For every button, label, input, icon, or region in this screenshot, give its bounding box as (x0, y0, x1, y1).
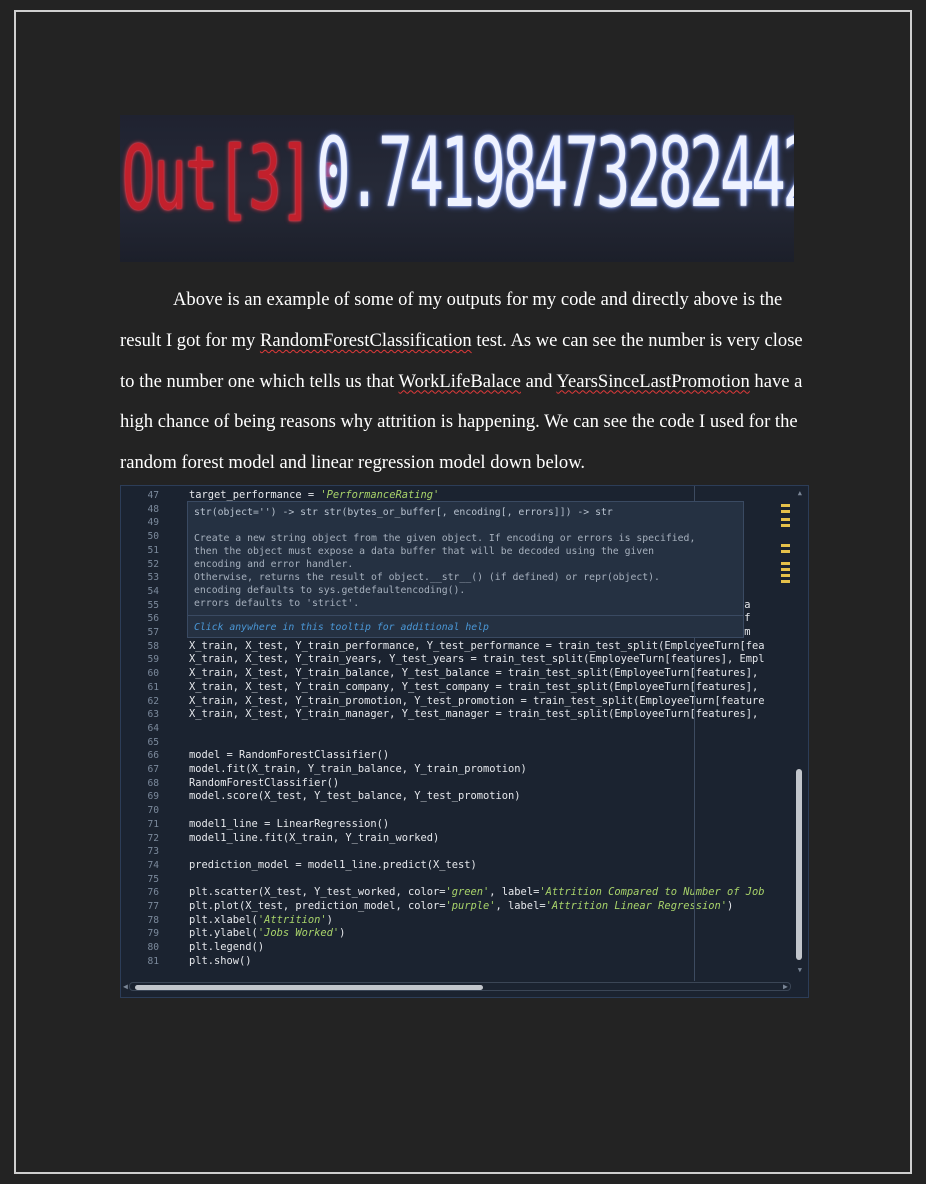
line-number: 55 (147, 599, 159, 611)
misspelled-word[interactable]: WorkLifeBalace (399, 371, 521, 392)
warning-marker-icon (781, 510, 790, 513)
code-line: X_train, X_test, Y_train_manager, Y_test… (189, 708, 759, 721)
code-line: target_performance = 'PerformanceRating' (189, 489, 440, 501)
warning-marker-icon (781, 568, 790, 571)
tooltip-line: encoding defaults to sys.getdefaultencod… (194, 585, 466, 596)
code-line: model.score(X_test, Y_test_balance, Y_te… (189, 790, 521, 803)
warning-marker-icon (781, 544, 790, 547)
line-number: 47 (147, 490, 159, 501)
line-number: 48 (147, 503, 159, 515)
tooltip-line: errors defaults to 'strict'. (194, 598, 360, 609)
line-number: 53 (147, 572, 159, 584)
code-line: model1_line.fit(X_train, Y_train_worked) (189, 831, 440, 844)
code-line: X_train, X_test, Y_train_years, Y_test_y… (189, 653, 765, 666)
code-line: X_train, X_test, Y_train_promotion, Y_te… (189, 694, 765, 707)
line-number: 81 (147, 955, 159, 967)
warning-marker-icon (781, 518, 790, 521)
code-line: X_train, X_test, Y_train_company, Y_test… (189, 680, 759, 693)
line-number: 56 (147, 613, 159, 625)
tooltip-help-link[interactable]: Click anywhere in this tooltip for addit… (194, 622, 489, 633)
line-number: 51 (147, 544, 159, 556)
code-line: RandomForestClassifier() (189, 776, 340, 789)
code-line: prediction_model = model1_line.predict(X… (189, 858, 477, 871)
horizontal-scrollbar-thumb[interactable] (135, 985, 483, 990)
line-number: 50 (147, 531, 159, 543)
code-line: X_train, X_test, Y_train_balance, Y_test… (189, 667, 759, 680)
code-line: plt.legend() (189, 941, 265, 954)
body-paragraph: Above is an example of some of my output… (120, 280, 820, 484)
paragraph-text: and (520, 370, 557, 392)
line-number: 77 (147, 901, 159, 912)
line-number: 68 (147, 777, 159, 789)
code-line: model1_line = LinearRegression() (189, 817, 390, 830)
misspelled-word[interactable]: RandomForestClassification (260, 330, 472, 351)
code-line: plt.xlabel('Attrition') (189, 913, 333, 926)
warning-marker-icon (781, 580, 790, 583)
misspelled-word[interactable]: YearsSinceLastPromotion (556, 371, 749, 392)
warning-marker-icon (781, 574, 790, 577)
line-number: 69 (147, 791, 159, 803)
code-line: model.fit(X_train, Y_train_balance, Y_tr… (189, 763, 527, 775)
warning-marker-icon (781, 504, 790, 507)
code-line: X_train, X_test, Y_train_performance, Y_… (189, 639, 765, 652)
tooltip-line: then the object must expose a data buffe… (194, 546, 655, 557)
line-number: 62 (147, 695, 159, 707)
vertical-scrollbar-thumb[interactable] (796, 769, 802, 960)
line-number: 67 (147, 764, 159, 775)
tooltip-line: encoding and error handler. (194, 559, 354, 570)
line-number: 63 (147, 709, 159, 721)
scroll-right-arrow-icon[interactable]: ▶ (783, 982, 788, 991)
line-number: 75 (147, 873, 159, 885)
tooltip-divider (188, 615, 743, 616)
line-number: 72 (147, 832, 159, 844)
tooltip-signature: str(object='') -> str str(bytes_or_buffe… (194, 507, 613, 518)
line-number: 61 (147, 681, 159, 693)
line-number: 76 (147, 887, 159, 899)
line-number-gutter: 47 48 49 50 51 52 53 54 55 56 57 58 59 6… (121, 486, 167, 997)
scroll-down-arrow-icon[interactable]: ▼ (798, 966, 802, 974)
code-editor-screenshot: 47 48 49 50 51 52 53 54 55 56 57 58 59 6… (120, 485, 809, 998)
line-number: 58 (147, 640, 159, 652)
line-number: 74 (147, 859, 159, 871)
line-number: 79 (147, 928, 159, 940)
tooltip-line: Create a new string object from the give… (194, 533, 696, 544)
warning-marker-icon (781, 524, 790, 527)
line-number: 64 (147, 722, 159, 734)
line-number: 73 (147, 846, 159, 858)
line-number: 60 (147, 668, 159, 680)
scroll-left-arrow-icon[interactable]: ◀ (123, 982, 128, 991)
line-number: 66 (147, 750, 159, 762)
line-number: 78 (147, 914, 159, 926)
line-number: 57 (147, 627, 159, 638)
output-prompt-label: Out[3]: (122, 127, 345, 230)
code-line: plt.show() (189, 954, 252, 967)
line-number: 71 (147, 818, 159, 830)
line-number: 65 (147, 736, 159, 748)
line-number: 54 (147, 585, 159, 597)
code-line: plt.scatter(X_test, Y_test_worked, color… (189, 886, 765, 899)
line-number: 70 (147, 805, 159, 817)
line-number: 59 (147, 654, 159, 666)
line-number: 80 (147, 942, 159, 954)
line-number: 49 (147, 517, 159, 529)
code-line: model = RandomForestClassifier() (189, 749, 390, 762)
warning-marker-icon (781, 562, 790, 565)
code-line: plt.ylabel('Jobs Worked') (189, 927, 346, 940)
warning-marker-icon (781, 550, 790, 553)
docstring-tooltip[interactable]: str(object='') -> str str(bytes_or_buffe… (187, 501, 744, 638)
line-number: 52 (147, 558, 159, 570)
output-result-image: Out[3]: 0.7419847328244275 (120, 115, 794, 262)
output-value: 0.7419847328244275 (316, 117, 794, 229)
code-line: plt.plot(X_test, prediction_model, color… (189, 900, 734, 912)
tooltip-line: Otherwise, returns the result of object.… (194, 572, 660, 583)
scroll-up-arrow-icon[interactable]: ▲ (798, 489, 802, 497)
